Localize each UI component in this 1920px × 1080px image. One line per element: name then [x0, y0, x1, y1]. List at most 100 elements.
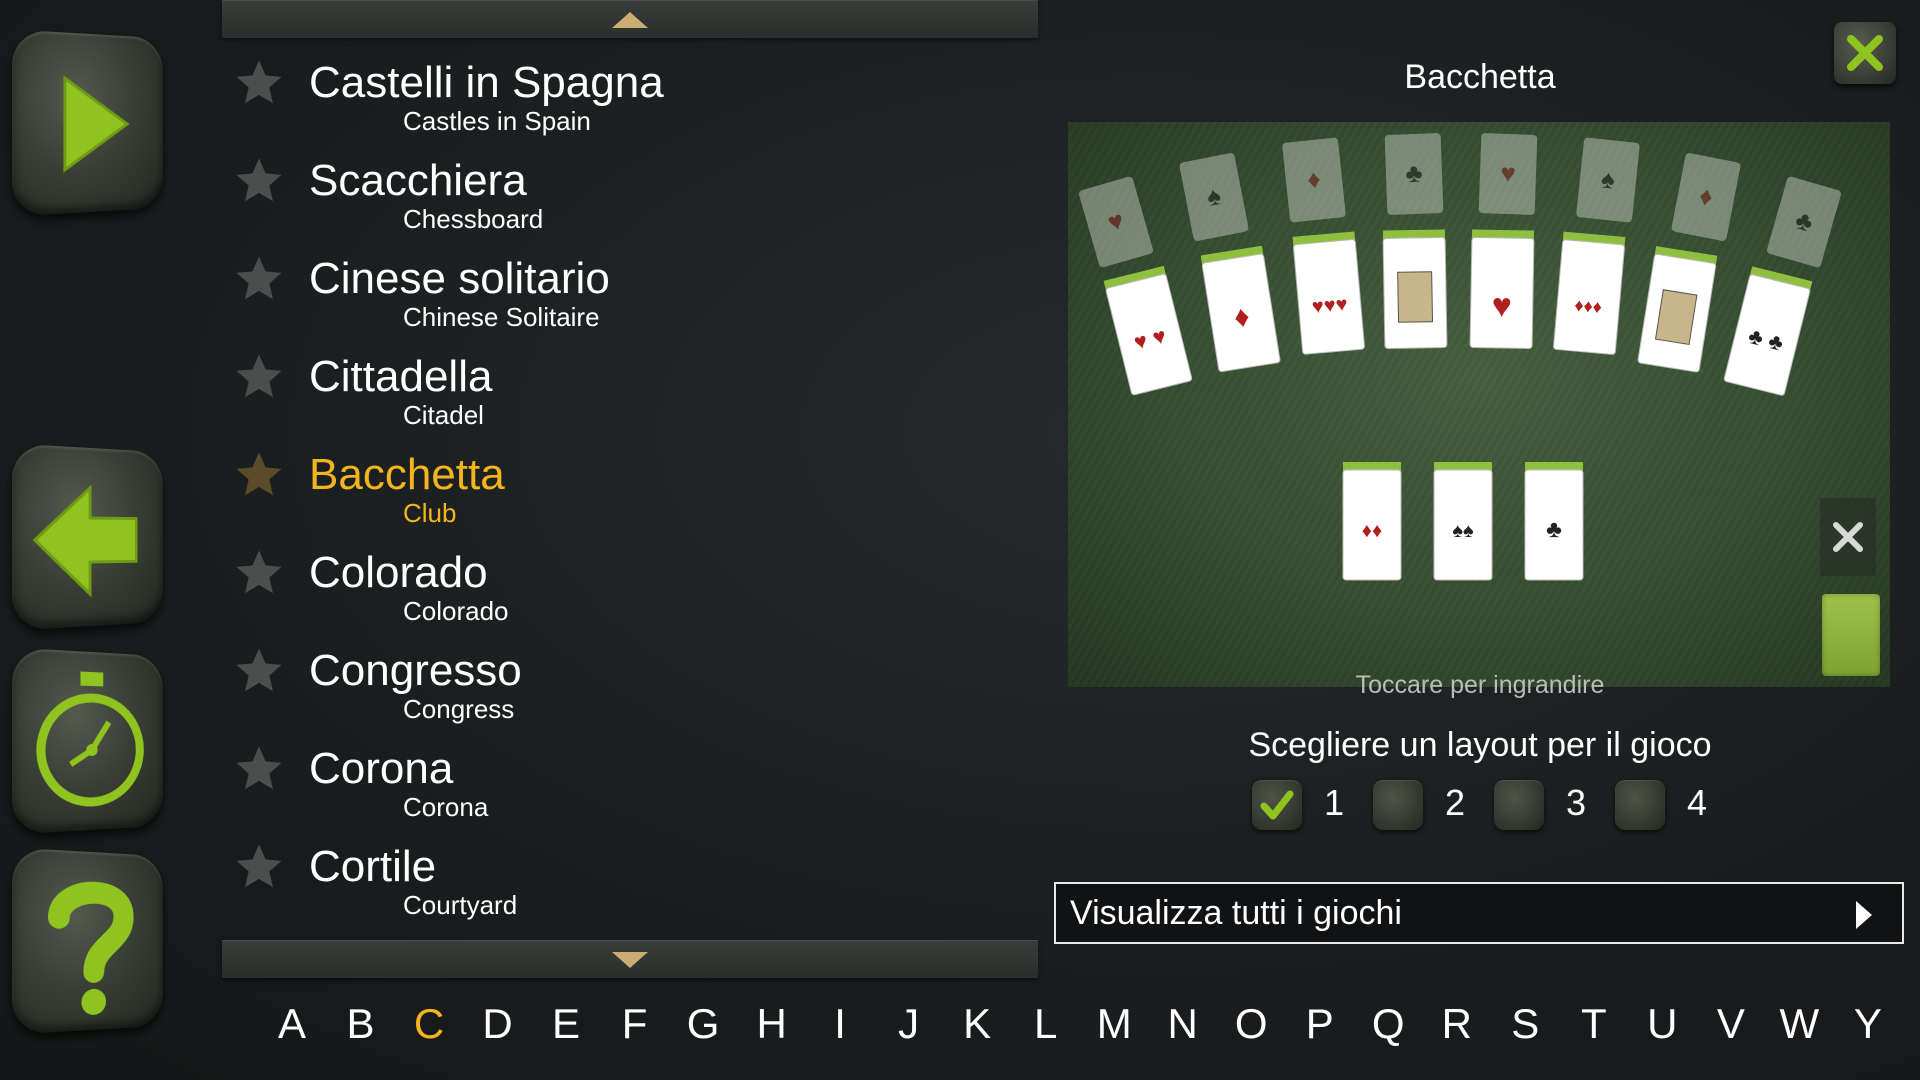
preview-title: Bacchetta: [1404, 58, 1556, 96]
game-subtitle: Corona: [403, 792, 489, 822]
letter-t[interactable]: T: [1572, 1000, 1616, 1060]
layout-checkbox[interactable]: [1494, 780, 1544, 830]
letter-w[interactable]: W: [1777, 1000, 1821, 1060]
help-button[interactable]: [12, 847, 163, 1035]
letter-c[interactable]: C: [407, 1000, 451, 1060]
checkmark-icon: [1260, 790, 1294, 820]
game-subtitle: Castles in Spain: [403, 106, 591, 136]
svg-text:♠♠: ♠♠: [1452, 520, 1474, 542]
favorite-star-icon[interactable]: [232, 742, 286, 796]
game-list-item[interactable]: Cortile Courtyard: [222, 832, 1038, 930]
timer-button[interactable]: [12, 647, 163, 835]
layout-option-2[interactable]: 2: [1371, 778, 1491, 834]
letter-s[interactable]: S: [1503, 1000, 1547, 1060]
favorite-star-icon[interactable]: [232, 644, 286, 698]
letter-d[interactable]: D: [476, 1000, 520, 1060]
letter-a[interactable]: A: [270, 1000, 314, 1060]
game-list: Castelli in Spagna Castles in Spain Scac…: [222, 48, 1038, 930]
svg-text:♣: ♣: [1546, 516, 1562, 543]
layout-checkbox[interactable]: [1373, 780, 1423, 830]
game-preview-board[interactable]: ♥ ♠ ♦ ♣ ♥ ♠ ♦ ♣ ♥ ♥ ♦ ♥♥♥ ♥ ♦♦♦ ♣ ♣ ♦♦ ♠…: [1068, 122, 1890, 687]
play-button[interactable]: [12, 29, 163, 217]
favorite-star-icon[interactable]: [232, 56, 286, 110]
layout-option-label: 1: [1324, 782, 1345, 823]
board-close-button[interactable]: [1820, 498, 1876, 576]
layout-checkbox[interactable]: [1615, 780, 1665, 830]
layout-prompt: Scegliere un layout per il gioco: [1248, 726, 1712, 764]
game-title: Corona: [309, 744, 454, 793]
favorite-star-icon[interactable]: [232, 252, 286, 306]
layout-option-4[interactable]: 4: [1613, 778, 1733, 834]
letter-r[interactable]: R: [1435, 1000, 1479, 1060]
stopwatch-icon: [12, 671, 163, 834]
letter-f[interactable]: F: [613, 1000, 657, 1060]
game-list-item[interactable]: Castelli in Spagna Castles in Spain: [222, 48, 1038, 146]
game-subtitle: Chessboard: [403, 204, 544, 234]
letter-v[interactable]: V: [1709, 1000, 1753, 1060]
letter-o[interactable]: O: [1229, 1000, 1273, 1060]
svg-text:♥♥♥: ♥♥♥: [1311, 293, 1348, 318]
letter-n[interactable]: N: [1161, 1000, 1205, 1060]
letter-e[interactable]: E: [544, 1000, 588, 1060]
layout-checkbox[interactable]: [1252, 780, 1302, 830]
chevron-down-icon: [612, 952, 648, 968]
chevron-right-icon: [1856, 901, 1872, 929]
game-title: Cortile: [309, 842, 437, 891]
game-list-item[interactable]: Scacchiera Chessboard: [222, 146, 1038, 244]
game-list-item-selected[interactable]: Bacchetta Club: [222, 440, 1038, 538]
letter-m[interactable]: M: [1092, 1000, 1136, 1060]
favorite-star-icon[interactable]: [232, 840, 286, 894]
play-icon: [12, 29, 163, 216]
game-title: Colorado: [309, 548, 488, 597]
view-all-label: Visualizza tutti i giochi: [1070, 894, 1402, 932]
game-title: Congresso: [309, 646, 522, 695]
favorite-star-icon[interactable]: [232, 154, 286, 208]
letter-g[interactable]: G: [681, 1000, 725, 1060]
letter-u[interactable]: U: [1640, 1000, 1684, 1060]
alphabet-index: A B C D E F G H I J K L M N O P Q R S T …: [270, 1000, 1890, 1060]
letter-l[interactable]: L: [1024, 1000, 1068, 1060]
game-title: Scacchiera: [309, 156, 527, 205]
chevron-up-icon: [612, 12, 648, 28]
back-button[interactable]: [12, 443, 163, 631]
svg-text:♥: ♥: [1491, 287, 1512, 325]
svg-text:♣: ♣: [1405, 158, 1423, 189]
question-mark-icon: [12, 847, 163, 1034]
back-arrow-icon: [12, 443, 163, 630]
favorite-star-icon[interactable]: [232, 546, 286, 600]
game-list-item[interactable]: Cinese solitario Chinese Solitaire: [222, 244, 1038, 342]
game-subtitle: Citadel: [403, 400, 484, 430]
letter-b[interactable]: B: [339, 1000, 383, 1060]
game-list-item[interactable]: Cittadella Citadel: [222, 342, 1038, 440]
letter-y[interactable]: Y: [1846, 1000, 1890, 1060]
scroll-down-button[interactable]: [222, 940, 1038, 978]
close-icon: [1833, 522, 1863, 552]
game-subtitle: Congress: [403, 694, 515, 724]
layout-option-3[interactable]: 3: [1492, 778, 1612, 834]
favorite-star-icon[interactable]: [232, 448, 286, 502]
game-list-item[interactable]: Corona Corona: [222, 734, 1038, 832]
favorite-star-icon[interactable]: [232, 350, 286, 404]
letter-q[interactable]: Q: [1366, 1000, 1410, 1060]
layout-option-1[interactable]: 1: [1250, 778, 1370, 834]
game-list-item[interactable]: Congresso Congress: [222, 636, 1038, 734]
layout-option-label: 2: [1445, 782, 1466, 823]
board-side-tab[interactable]: [1822, 594, 1880, 676]
card-layout-preview: ♥ ♠ ♦ ♣ ♥ ♠ ♦ ♣ ♥ ♥ ♦ ♥♥♥ ♥ ♦♦♦ ♣ ♣ ♦♦ ♠…: [1079, 133, 1841, 581]
svg-text:♥: ♥: [1500, 158, 1516, 189]
game-subtitle: Club: [403, 498, 457, 528]
letter-j[interactable]: J: [887, 1000, 931, 1060]
letter-i[interactable]: I: [818, 1000, 862, 1060]
game-title: Cittadella: [309, 352, 493, 401]
scroll-up-button[interactable]: [222, 0, 1038, 38]
letter-k[interactable]: K: [955, 1000, 999, 1060]
letter-p[interactable]: P: [1298, 1000, 1342, 1060]
game-list-item[interactable]: Colorado Colorado: [222, 538, 1038, 636]
layout-option-label: 4: [1687, 782, 1708, 823]
game-title: Bacchetta: [309, 450, 505, 499]
layout-option-label: 3: [1566, 782, 1587, 823]
svg-text:♦♦♦: ♦♦♦: [1574, 295, 1603, 317]
view-all-games-button[interactable]: Visualizza tutti i giochi: [1054, 882, 1904, 944]
svg-text:♦♦: ♦♦: [1362, 520, 1382, 542]
letter-h[interactable]: H: [750, 1000, 794, 1060]
